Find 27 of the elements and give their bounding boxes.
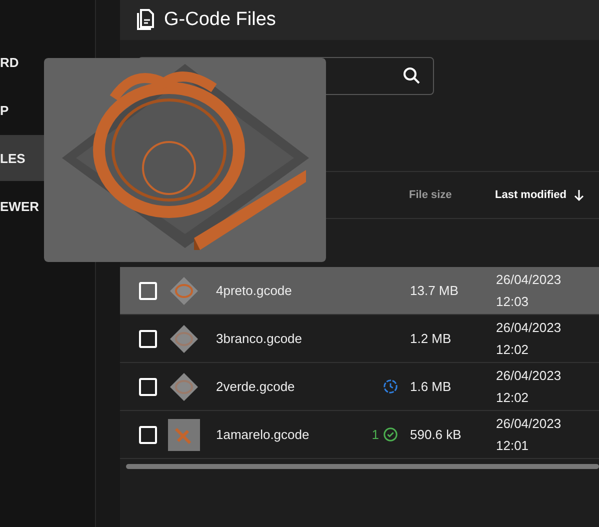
file-name: 3branco.gcode	[216, 331, 304, 346]
file-name: 2verde.gcode	[216, 379, 296, 394]
file-row[interactable]: 4preto.gcode 13.7 MB 26/04/2023 12:03	[120, 267, 599, 315]
search-icon	[403, 67, 421, 85]
file-size: 13.7 MB	[410, 283, 460, 298]
check-circle-icon	[383, 427, 398, 442]
column-header[interactable]: File size	[409, 189, 495, 201]
print-count: 1	[372, 427, 379, 442]
modified-date: 26/04/2023 12:02	[496, 318, 562, 358]
page-title: G-Code Files	[164, 9, 276, 31]
modified-date: 26/04/2023 12:03	[496, 270, 562, 310]
checkbox[interactable]	[139, 330, 157, 348]
column-header[interactable]: Last modified	[495, 188, 599, 202]
clock-icon	[383, 379, 398, 394]
checkbox[interactable]	[139, 426, 157, 444]
modified-date: 26/04/2023 12:02	[496, 366, 562, 406]
sort-arrow-icon	[572, 188, 585, 202]
file-size: 590.6 kB	[410, 427, 462, 442]
scrollbar[interactable]	[126, 464, 599, 469]
checkbox[interactable]	[139, 282, 157, 300]
checkbox[interactable]	[139, 378, 157, 396]
file-size: 1.2 MB	[410, 331, 452, 346]
file-size: 1.6 MB	[410, 379, 452, 394]
file-name: 1amarelo.gcode	[216, 427, 310, 442]
modified-date: 26/04/2023 12:01	[496, 414, 562, 454]
file-name: 4preto.gcode	[216, 283, 293, 298]
document-icon	[136, 9, 156, 31]
